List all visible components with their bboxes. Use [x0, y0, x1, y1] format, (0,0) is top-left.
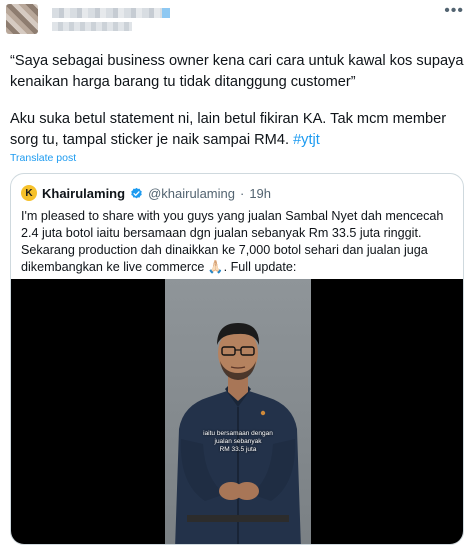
- verified-badge-icon: [131, 187, 142, 198]
- video-player[interactable]: iaitu bersamaan dengan jualan sebanyak R…: [11, 279, 463, 544]
- video-caption-line: iaitu bersamaan dengan: [203, 430, 273, 437]
- video-frame: iaitu bersamaan dengan jualan sebanyak R…: [165, 279, 311, 544]
- post-header: •••: [0, 0, 474, 40]
- author-name-blurred[interactable]: [52, 8, 170, 18]
- verified-icon-blurred: [162, 8, 170, 18]
- post-text-body: Aku suka betul statement ni, lain betul …: [10, 111, 451, 148]
- separator-dot: ·: [239, 185, 245, 201]
- video-caption: iaitu bersamaan dengan jualan sebanyak R…: [165, 430, 311, 454]
- hashtag-link[interactable]: #ytjt: [293, 132, 320, 148]
- more-horizontal-icon[interactable]: •••: [444, 2, 464, 20]
- quoted-author-name[interactable]: Khairulaming: [42, 186, 125, 201]
- quoted-post-time[interactable]: 19h: [249, 186, 271, 201]
- video-caption-line: jualan sebanyak: [214, 438, 262, 445]
- video-caption-line: RM 33.5 juta: [219, 446, 257, 453]
- author-avatar-blurred[interactable]: [6, 4, 38, 34]
- post-text-quote: “Saya sebagai business owner kena cari c…: [10, 53, 468, 90]
- translate-post-link[interactable]: Translate post: [10, 152, 76, 164]
- quoted-post-card[interactable]: K Khairulaming @khairulaming · 19h I'm p…: [10, 173, 464, 545]
- post-text-comment: Aku suka betul statement ni, lain betul …: [10, 109, 468, 151]
- quoted-author-handle[interactable]: @khairulaming: [148, 186, 235, 201]
- quoted-post-header: K Khairulaming @khairulaming · 19h: [21, 184, 271, 202]
- quoted-author-avatar[interactable]: K: [21, 185, 37, 201]
- presenter-figure: [175, 323, 301, 544]
- author-handle-blurred[interactable]: [52, 22, 132, 31]
- quoted-post-text: I'm pleased to share with you guys yang …: [21, 209, 444, 274]
